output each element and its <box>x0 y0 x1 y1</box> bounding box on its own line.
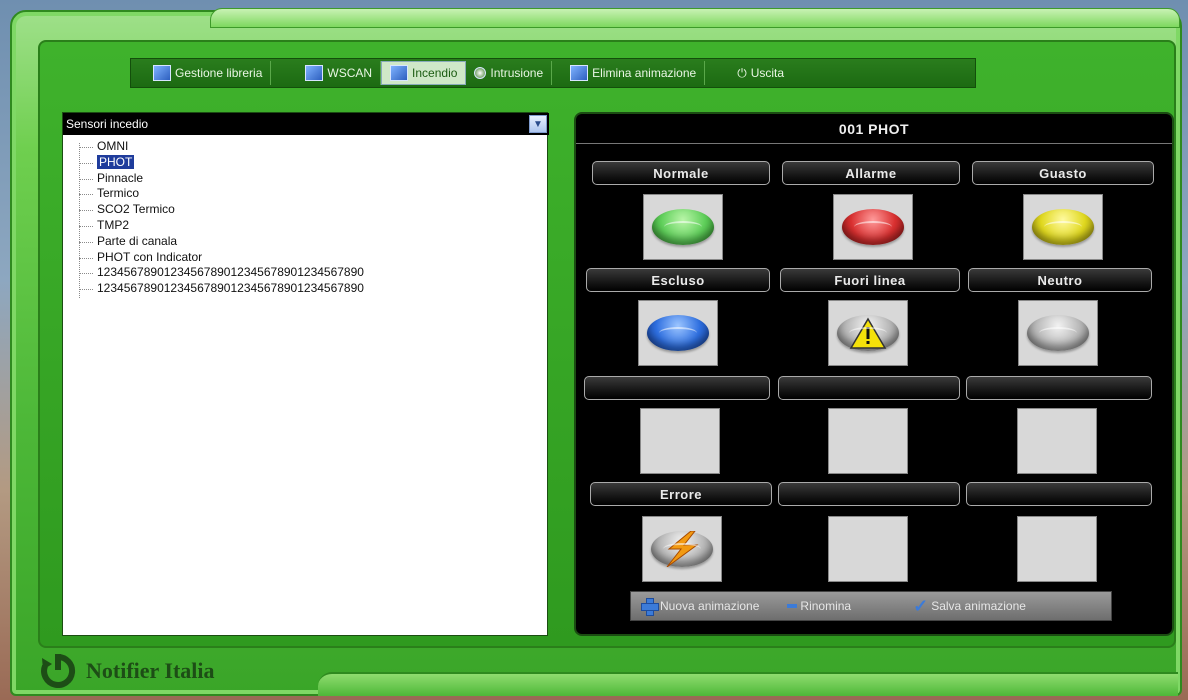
state-label-empty[interactable] <box>778 482 960 506</box>
state-image-empty[interactable] <box>828 408 908 474</box>
tree-item-label: 123456789012345678901234567890123456789​… <box>97 281 364 296</box>
state-image-guasto[interactable] <box>1023 194 1103 260</box>
toolbar-label: Gestione libreria <box>175 66 263 80</box>
sensor-list-panel: Sensori incedio ▼ OMNI PHOT Pinnacle Ter… <box>62 112 549 636</box>
animation-actions-bar: Nuova animazione Rinomina ✓ Salva animaz… <box>630 591 1112 621</box>
state-image-normale[interactable] <box>643 194 723 260</box>
tree-item-label: Termico <box>97 186 140 201</box>
warning-triangle-icon <box>849 317 887 349</box>
state-label-neutro[interactable]: Neutro <box>968 268 1152 292</box>
tree-item[interactable]: Termico <box>73 186 543 202</box>
state-label-escluso[interactable]: Escluso <box>586 268 770 292</box>
notifier-logo-icon <box>40 653 76 688</box>
green-detector-icon <box>652 209 714 245</box>
brand-footer: Notifier Italia <box>40 650 300 692</box>
toolbar-gestione-libreria-button[interactable]: Gestione libreria <box>145 61 272 85</box>
state-image-empty[interactable] <box>1017 516 1097 582</box>
tree-item[interactable]: Pinnacle <box>73 171 543 187</box>
minus-icon <box>787 604 798 608</box>
state-label-empty[interactable] <box>778 376 960 400</box>
new-animation-button[interactable]: Nuova animazione <box>641 598 760 616</box>
tree-item[interactable]: Parte di canala <box>73 234 543 250</box>
state-image-neutro[interactable] <box>1018 300 1098 366</box>
red-detector-icon <box>842 209 904 245</box>
toolbar-label: Incendio <box>412 66 458 80</box>
sensor-tree: OMNI PHOT Pinnacle Termico SCO2 Termico … <box>73 139 543 297</box>
wscan-icon <box>305 65 324 81</box>
plus-icon <box>641 598 659 616</box>
save-animation-button[interactable]: ✓ Salva animazione <box>913 597 1026 615</box>
state-label-empty[interactable] <box>584 376 770 400</box>
lightning-bolt-icon <box>666 531 699 567</box>
exit-label: Uscita <box>750 66 785 80</box>
tree-item-label: Pinnacle <box>97 170 144 185</box>
intrusion-icon <box>474 67 487 79</box>
tree-item[interactable]: PHOT con Indicator <box>73 250 543 266</box>
chevron-down-icon[interactable]: ▼ <box>529 115 547 133</box>
toolbar-incendio-button[interactable]: Incendio <box>381 61 467 85</box>
state-image-allarme[interactable] <box>833 194 913 260</box>
tree-item[interactable]: TMP2 <box>73 218 543 234</box>
tree-item[interactable]: OMNI <box>73 139 543 155</box>
save-animation-label: Salva animazione <box>931 599 1026 613</box>
state-image-empty[interactable] <box>828 516 908 582</box>
panel-title: 001 PHOT <box>576 114 1172 144</box>
brand-name: Notifier Italia <box>86 658 215 683</box>
window-title-tab <box>210 8 1180 28</box>
tree-item-label: TMP2 <box>97 217 130 232</box>
checkmark-icon: ✓ <box>913 596 929 616</box>
lightning-detector-icon <box>651 531 713 567</box>
power-icon: ⏻ <box>737 65 747 80</box>
toolbar-label: WSCAN <box>327 66 373 80</box>
state-label-normale[interactable]: Normale <box>592 161 770 185</box>
tree-item-label: Parte di canala <box>97 233 178 248</box>
toolbar-intrusione-button[interactable]: Intrusione <box>466 61 553 85</box>
fire-panel-icon <box>390 65 409 81</box>
toolbar-elimina-animazione-button[interactable]: Elimina animazione <box>562 61 706 85</box>
tree-item[interactable]: 123456789012345678901234567890123456789​… <box>73 265 543 281</box>
warning-detector-icon <box>837 315 899 351</box>
tree-item-label: OMNI <box>97 139 129 153</box>
delete-animation-icon <box>570 65 589 81</box>
state-label-empty[interactable] <box>966 376 1152 400</box>
state-label-errore[interactable]: Errore <box>590 482 772 506</box>
gray-detector-icon <box>1027 315 1089 351</box>
state-label-fuori-linea[interactable]: Fuori linea <box>780 268 960 292</box>
yellow-detector-icon <box>1032 209 1094 245</box>
main-toolbar: Gestione libreria WSCAN Incendio Intrusi… <box>130 58 976 88</box>
tree-item-label: PHOT con Indicator <box>97 249 203 264</box>
state-image-empty[interactable] <box>1017 408 1097 474</box>
state-image-fuori-linea[interactable] <box>828 300 908 366</box>
state-image-errore[interactable] <box>642 516 722 582</box>
state-image-escluso[interactable] <box>638 300 718 366</box>
sensor-category-value: Sensori incedio <box>66 117 149 131</box>
tree-item-selected[interactable]: PHOT <box>73 154 543 171</box>
state-label-allarme[interactable]: Allarme <box>782 161 960 185</box>
footer-frame-tab <box>318 672 1178 696</box>
sensor-category-select[interactable]: Sensori incedio ▼ <box>63 113 549 135</box>
rename-label: Rinomina <box>800 599 852 613</box>
tree-item[interactable]: 123456789012345678901234567890123456789​… <box>73 281 543 297</box>
blue-detector-icon <box>647 315 709 351</box>
state-label-empty[interactable] <box>966 482 1152 506</box>
tree-item-label: PHOT <box>97 154 135 169</box>
toolbar-label: Elimina animazione <box>592 66 697 80</box>
toolbar-label: Intrusione <box>490 66 544 80</box>
toolbar-wscan-button[interactable]: WSCAN <box>297 61 382 85</box>
library-icon <box>153 65 171 81</box>
exit-button[interactable]: ⏻ Uscita <box>737 66 784 81</box>
new-animation-label: Nuova animazione <box>660 599 760 613</box>
state-image-empty[interactable] <box>640 408 720 474</box>
rename-button[interactable]: Rinomina <box>787 599 851 613</box>
tree-item[interactable]: SCO2 Termico <box>73 202 543 218</box>
tree-item-label: SCO2 Termico <box>97 202 175 217</box>
tree-item-label: 123456789012345678901234567890123456789​… <box>97 265 364 280</box>
state-label-guasto[interactable]: Guasto <box>972 161 1154 185</box>
